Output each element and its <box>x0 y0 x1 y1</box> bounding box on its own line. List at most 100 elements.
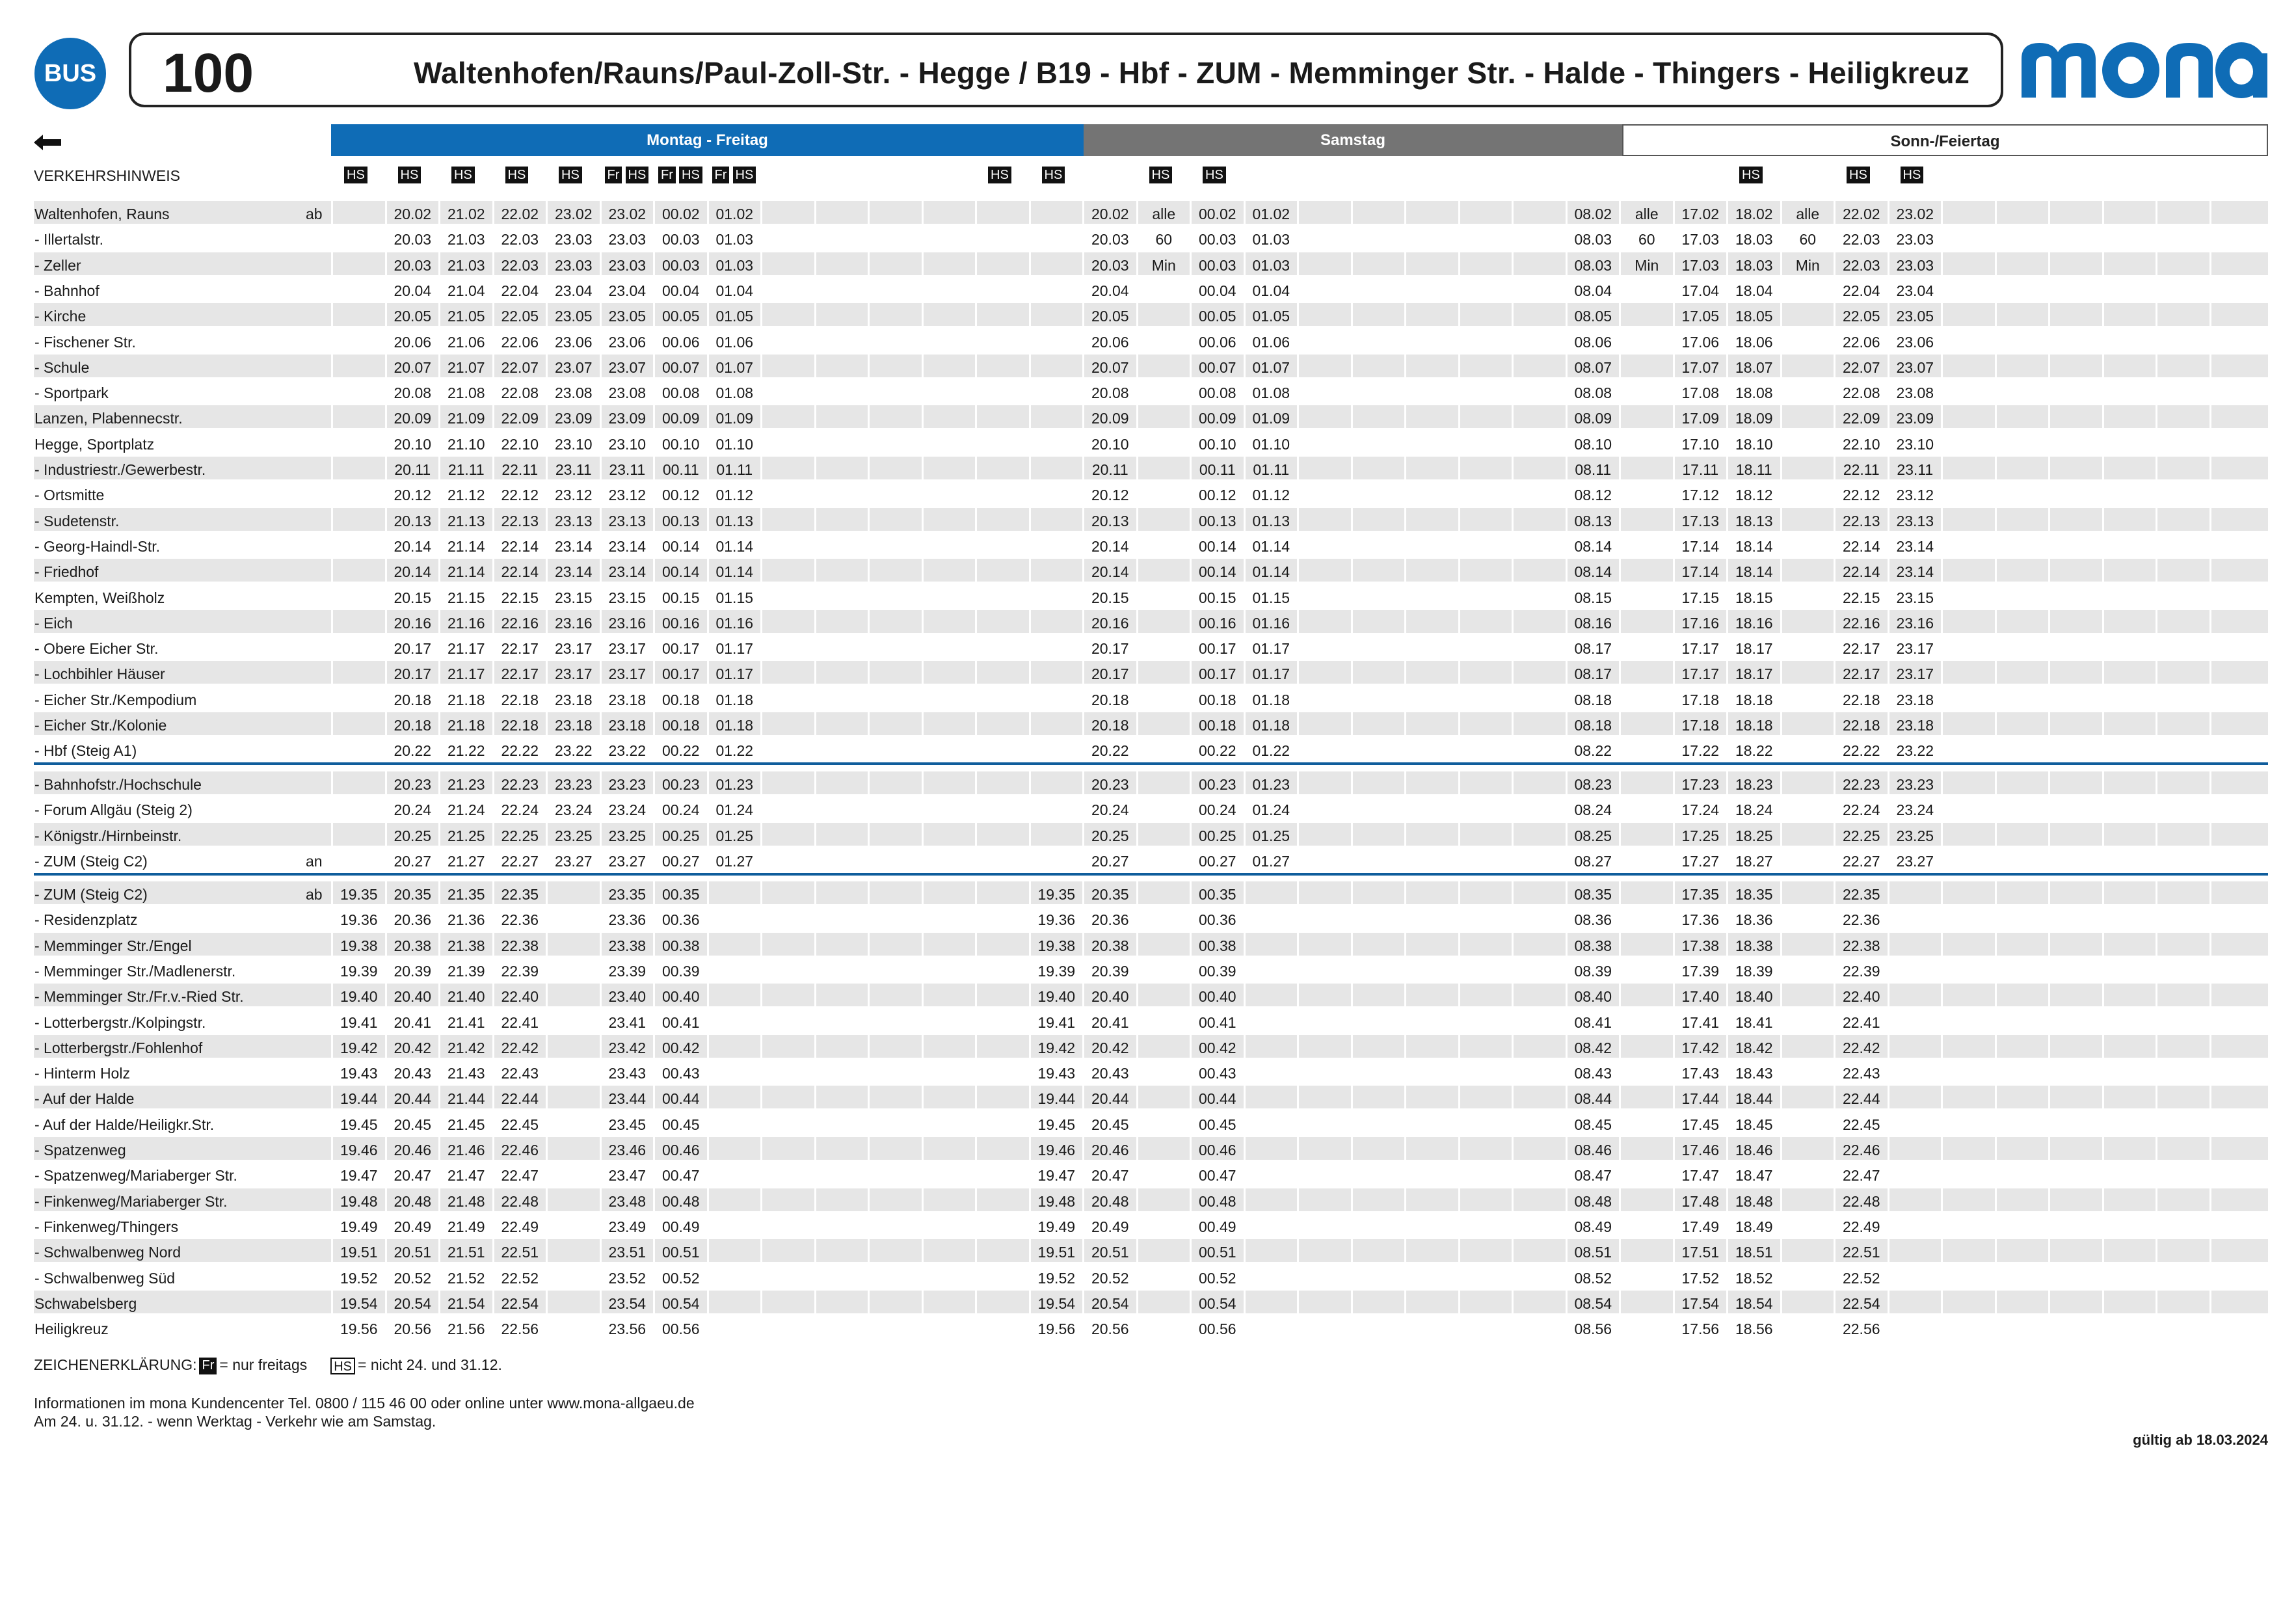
time-cell: 00.10 <box>1190 431 1244 454</box>
time-cell <box>814 848 868 871</box>
time-cell <box>1243 984 1298 1007</box>
time-cell <box>706 1265 761 1288</box>
time-cell <box>1619 771 1673 794</box>
time-cell <box>1350 328 1405 352</box>
time-cell <box>1458 482 1512 505</box>
time-cell <box>1512 201 1566 224</box>
time-cell <box>1243 881 1298 904</box>
time-cell: 23.08 <box>546 380 600 403</box>
time-cell <box>1512 712 1566 735</box>
time-cell: 17.08 <box>1672 380 1727 403</box>
time-cell <box>921 771 976 794</box>
time-cell: 22.12 <box>492 482 546 505</box>
time-cell <box>2209 712 2263 735</box>
stop-name: - Königstr./Hirnbeinstr. <box>34 827 182 844</box>
time-cell: 20.40 <box>384 984 439 1007</box>
time-cell: 19.52 <box>331 1265 385 1288</box>
time-cell: 23.13 <box>546 507 600 531</box>
time-cell: 22.25 <box>1834 822 1888 846</box>
time-cell <box>1994 457 2049 479</box>
time-cell: 23.14 <box>546 533 600 556</box>
time-cell <box>331 636 385 659</box>
time-cell: 22.45 <box>492 1111 546 1134</box>
time-cell: 20.03 <box>384 226 439 250</box>
time-cell <box>1512 1239 1566 1263</box>
time-cell <box>331 507 385 531</box>
time-cell: 18.18 <box>1726 686 1780 710</box>
time-cell <box>814 277 868 301</box>
time-cell: 00.27 <box>1190 848 1244 871</box>
time-cell <box>1941 226 1995 250</box>
time-cell <box>1780 881 1834 904</box>
time-cell <box>921 797 976 820</box>
time-cell <box>1243 1265 1298 1288</box>
time-cell: 60 <box>1780 226 1834 250</box>
time-cell: 22.51 <box>1834 1239 1888 1263</box>
stop-name: - Memminger Str./Fr.v.-Ried Str. <box>34 988 244 1006</box>
time-cell: 19.48 <box>331 1188 385 1211</box>
time-cell <box>2048 354 2102 377</box>
time-cell <box>1350 712 1405 735</box>
time-cell <box>1619 958 1673 981</box>
time-cell: 22.52 <box>1834 1265 1888 1288</box>
time-cell <box>1297 431 1351 454</box>
time-cell: 19.36 <box>331 907 385 930</box>
time-cell: 00.17 <box>1190 636 1244 659</box>
time-cell <box>1404 431 1458 454</box>
time-cell: 23.14 <box>1887 533 1942 556</box>
time-cell: 22.49 <box>1834 1213 1888 1237</box>
time-cell <box>868 958 922 981</box>
time-cell <box>921 252 976 275</box>
time-cell <box>1512 610 1566 633</box>
time-cell <box>2156 958 2209 981</box>
time-cell <box>706 1213 761 1237</box>
time-cell: 00.24 <box>653 797 707 820</box>
time-cell <box>1780 380 1834 403</box>
time-cell: 20.42 <box>1082 1034 1136 1058</box>
time-cell <box>1941 482 1995 505</box>
time-cell <box>2102 848 2156 871</box>
time-cell <box>2102 797 2156 820</box>
time-cell: 22.39 <box>492 958 546 981</box>
time-cell <box>1028 686 1083 710</box>
time-cell <box>706 1316 761 1339</box>
time-cell: 00.43 <box>1190 1060 1244 1084</box>
time-cell <box>1404 822 1458 846</box>
time-cell <box>2102 252 2156 275</box>
time-cell <box>1512 328 1566 352</box>
time-cell <box>760 907 814 930</box>
time-cell <box>1619 277 1673 301</box>
time-cell <box>1404 1188 1458 1211</box>
time-cell: 22.51 <box>492 1239 546 1263</box>
time-cell: 23.22 <box>546 738 600 761</box>
time-cell <box>1136 661 1190 684</box>
time-cell: 22.39 <box>1834 958 1888 981</box>
time-cell <box>2048 226 2102 250</box>
arrival-departure-mark: ab <box>306 886 323 903</box>
table-row: - Memminger Str./Engel 19.38 20.38 21.38 22.… <box>0 932 2296 956</box>
time-cell: 00.14 <box>653 559 707 582</box>
time-cell: 08.42 <box>1565 1034 1620 1058</box>
time-cell: 20.36 <box>384 907 439 930</box>
time-cell <box>1941 431 1995 454</box>
time-cell <box>1512 1316 1566 1339</box>
time-cell <box>760 822 814 846</box>
time-cell <box>1243 1316 1298 1339</box>
time-cell: 00.11 <box>653 457 707 479</box>
time-cell: 00.24 <box>1190 797 1244 820</box>
time-cell <box>2102 1111 2156 1134</box>
time-cell <box>814 482 868 505</box>
time-cell: 23.46 <box>599 1137 654 1160</box>
time-cell <box>1512 686 1566 710</box>
time-cell: 22.23 <box>492 771 546 794</box>
timetable: Waltenhofen, Rauns ab 20.02 21.02 22.02 23.02… <box>0 0 2296 1621</box>
time-cell: 00.46 <box>1190 1137 1244 1160</box>
time-cell <box>1512 380 1566 403</box>
time-cell <box>2156 610 2209 633</box>
time-cell <box>2209 738 2263 761</box>
time-cell <box>760 1316 814 1339</box>
time-cell: 22.05 <box>1834 303 1888 327</box>
time-cell <box>921 405 976 429</box>
time-cell <box>1458 797 1512 820</box>
time-cell <box>814 1188 868 1211</box>
